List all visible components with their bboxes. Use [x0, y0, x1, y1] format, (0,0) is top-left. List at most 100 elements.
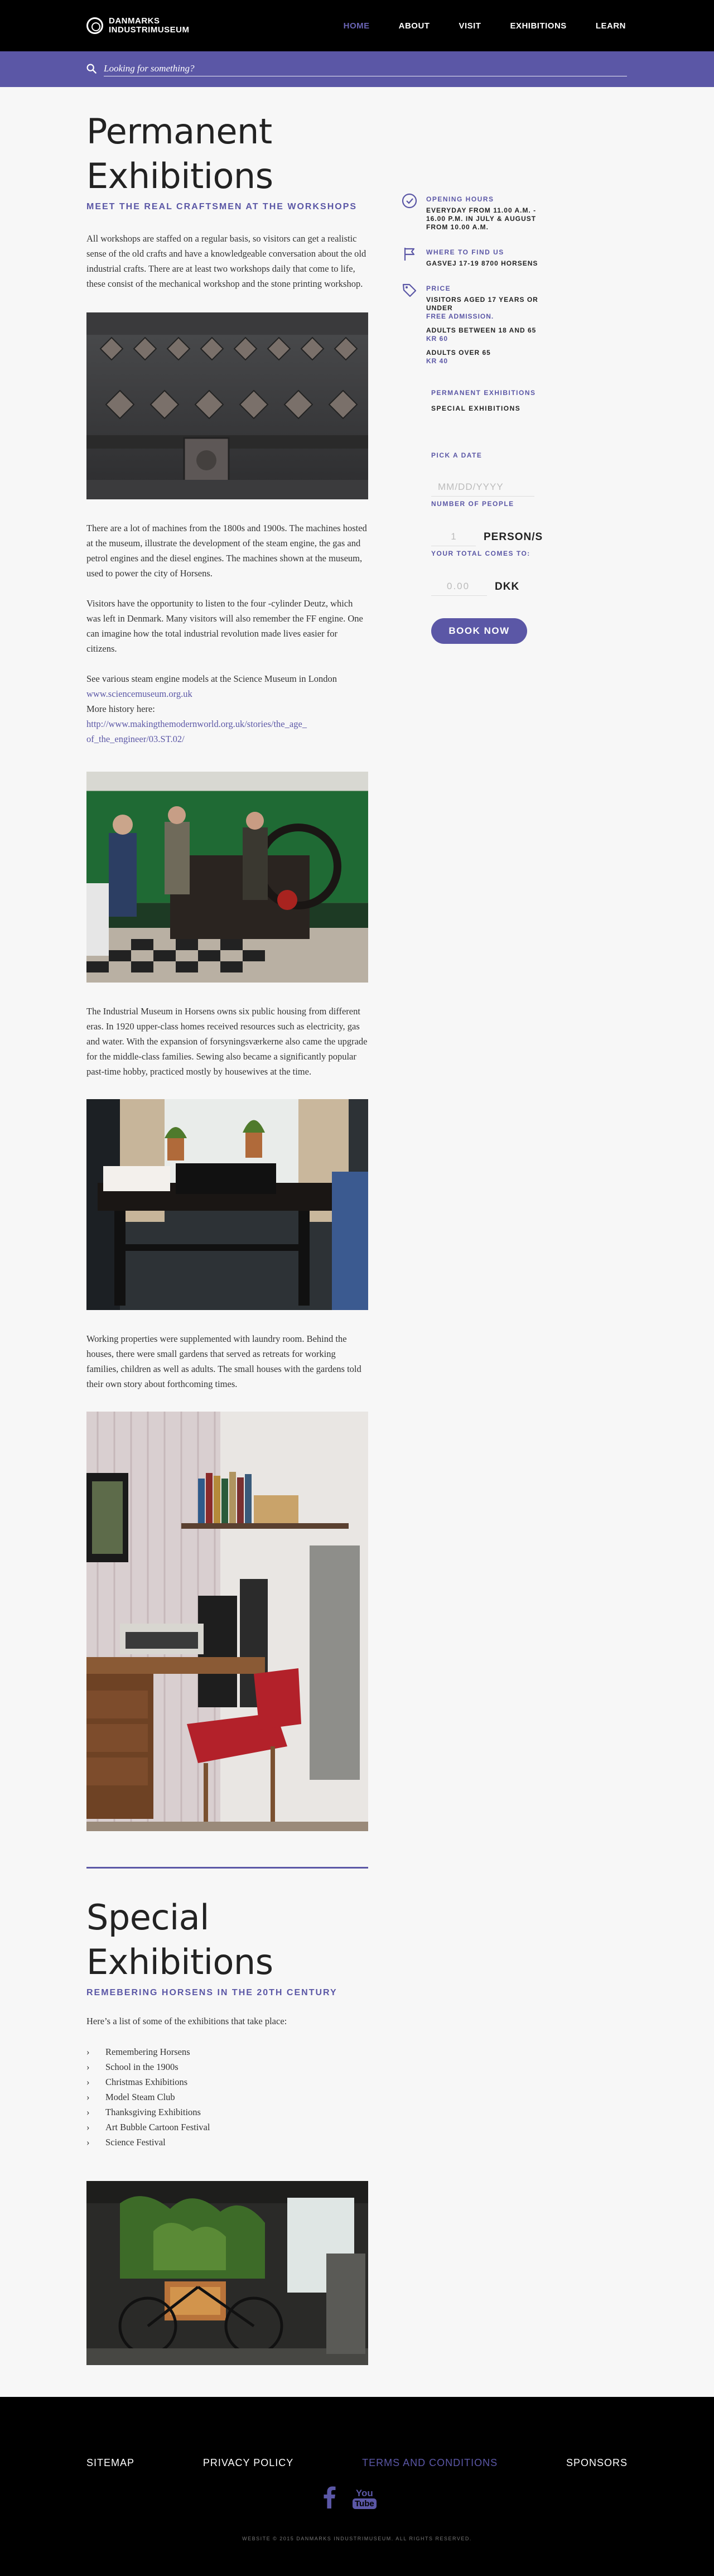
page-content: Permanent Exhibitions MEET THE REAL CRAF…	[0, 87, 714, 2397]
people-count-input[interactable]	[431, 528, 476, 546]
youtube-tube: Tube	[353, 2498, 377, 2509]
nav-learn[interactable]: LEARN	[596, 21, 626, 31]
footer-terms-link[interactable]: TERMS AND CONDITIONS	[362, 2457, 498, 2469]
list-item: › Christmas Exhibitions	[86, 2074, 368, 2089]
footer-privacy-link[interactable]: PRIVACY POLICY	[203, 2457, 293, 2469]
list-item-label: Science Festival	[105, 2137, 166, 2148]
youtube-icon[interactable]: You Tube	[353, 2488, 377, 2509]
arrow-icon: ›	[86, 2062, 90, 2072]
nav-exhibitions[interactable]: EXHIBITIONS	[510, 21, 566, 31]
facebook-icon[interactable]	[324, 2486, 336, 2511]
price-line-3b: KR 40	[426, 357, 448, 365]
science-museum-link[interactable]: www.sciencemuseum.org.uk	[86, 686, 368, 701]
special-title: Special Exhibitions	[86, 1897, 273, 1982]
list-item-label: Model Steam Club	[105, 2092, 175, 2102]
top-header: DANMARKS INDUSTRIMUSEUM HOME ABOUT VISIT…	[0, 0, 714, 51]
list-item: › School in the 1900s	[86, 2059, 368, 2074]
social-links: You Tube	[324, 2486, 377, 2511]
opening-hours-label: OPENING HOURS	[426, 195, 494, 203]
exhibition-links: PERMANENT EXHIBITIONS SPECIAL EXHIBITION…	[431, 389, 558, 412]
total-label: YOUR TOTAL COMES TO:	[431, 550, 530, 557]
arrow-icon: ›	[86, 2092, 90, 2102]
arrow-icon: ›	[86, 2107, 90, 2117]
nav-about[interactable]: ABOUT	[399, 21, 430, 31]
flag-icon	[404, 248, 415, 261]
search-input[interactable]	[104, 61, 627, 76]
list-item: › Thanksgiving Exhibitions	[86, 2105, 368, 2120]
main-column: Permanent Exhibitions MEET THE REAL CRAF…	[86, 109, 368, 2365]
price-line-3: ADULTS OVER 65	[426, 349, 491, 357]
price-block: PRICE VISITORS AGED 17 YEARS OR UNDER FR…	[402, 282, 558, 365]
list-item: › Science Festival	[86, 2135, 368, 2150]
machines-paragraph: There are a lot of machines from the 180…	[86, 523, 367, 579]
special-intro: Here’s a list of some of the exhibitions…	[86, 2016, 287, 2026]
special-subtitle: REMEBERING HORSENS IN THE 20TH CENTURY	[86, 1988, 337, 1997]
list-item: › Remembering Horsens	[86, 2044, 368, 2059]
info-sidebar: OPENING HOURS EVERYDAY FROM 11.00 A.M. -…	[402, 193, 558, 644]
site-footer: SITEMAP PRIVACY POLICY TERMS AND CONDITI…	[0, 2397, 714, 2576]
list-item-label: Christmas Exhibitions	[105, 2077, 188, 2087]
price-line-1b: FREE ADMISSION.	[426, 312, 494, 320]
book-now-button[interactable]: BOOK NOW	[431, 618, 527, 644]
search-icon[interactable]	[86, 64, 97, 74]
logo-text: DANMARKS INDUSTRIMUSEUM	[109, 17, 190, 35]
booking-form: PICK A DATE NUMBER OF PEOPLE PERSON/S YO…	[431, 451, 543, 644]
laundry-paragraph: Working properties were supplemented wit…	[86, 1333, 361, 1389]
date-input[interactable]	[431, 478, 534, 497]
engine-paragraph: Visitors have the opportunity to listen …	[86, 598, 363, 654]
clock-icon	[402, 193, 417, 209]
location-text: GASVEJ 17-19 8700 HORSENS	[426, 259, 538, 267]
list-item-label: Art Bubble Cartoon Festival	[105, 2122, 210, 2132]
opening-hours-text: EVERYDAY FROM 11.00 A.M. - 16.00 P.M. IN…	[426, 206, 537, 231]
footer-sponsors-link[interactable]: SPONSORS	[566, 2457, 628, 2469]
study-room-photo	[86, 1412, 368, 1831]
price-label: PRICE	[426, 285, 451, 292]
arrow-icon: ›	[86, 2047, 90, 2057]
people-unit: PERSON/S	[484, 531, 543, 543]
more-history-text: More history here:	[86, 704, 155, 714]
arrow-icon: ›	[86, 2077, 90, 2087]
price-line-2: ADULTS BETWEEN 18 AND 65	[426, 326, 537, 334]
page-subtitle: MEET THE REAL CRAFTSMEN AT THE WORKSHOPS	[86, 202, 358, 211]
exhibition-list: › Remembering Horsens › School in the 1900…	[86, 2044, 368, 2150]
machine-hall-photo	[86, 772, 368, 983]
opening-hours-block: OPENING HOURS EVERYDAY FROM 11.00 A.M. -…	[402, 193, 558, 232]
price-tag-icon	[402, 283, 417, 297]
page-title: Permanent Exhibitions	[86, 111, 273, 196]
link-special-exhibitions[interactable]: SPECIAL EXHIBITIONS	[431, 405, 558, 412]
footer-sitemap-link[interactable]: SITEMAP	[86, 2457, 134, 2469]
arrow-icon: ›	[86, 2137, 90, 2148]
price-line-2b: KR 60	[426, 335, 448, 343]
history-link[interactable]: http://www.makingthemodernworld.org.uk/s…	[86, 716, 310, 747]
intro-paragraph: All workshops are staffed on a regular b…	[86, 233, 366, 289]
search-bar	[0, 51, 714, 87]
pick-date-label: PICK A DATE	[431, 451, 483, 459]
people-row: PERSON/S	[431, 528, 543, 546]
footer-nav: SITEMAP PRIVACY POLICY TERMS AND CONDITI…	[86, 2457, 628, 2469]
site-logo[interactable]: DANMARKS INDUSTRIMUSEUM	[86, 17, 190, 35]
nav-visit[interactable]: VISIT	[459, 21, 481, 31]
section-divider	[86, 1867, 368, 1869]
list-item-label: School in the 1900s	[105, 2062, 178, 2072]
bicycle-photo	[86, 2181, 368, 2365]
main-nav: HOME ABOUT VISIT EXHIBITIONS LEARN	[315, 21, 626, 31]
list-item-label: Thanksgiving Exhibitions	[105, 2107, 201, 2117]
list-item-label: Remembering Horsens	[105, 2047, 190, 2057]
location-block: WHERE TO FIND US GASVEJ 17-19 8700 HORSE…	[402, 246, 558, 268]
sewing-machine-photo	[86, 1099, 368, 1310]
arrow-icon: ›	[86, 2122, 90, 2132]
price-line-1: VISITORS AGED 17 YEARS OR UNDER	[426, 296, 538, 312]
currency-label: DKK	[495, 580, 520, 593]
workshop-tools-photo	[86, 312, 368, 499]
science-museum-paragraph: See various steam engine models at the S…	[86, 673, 337, 684]
list-item: › Art Bubble Cartoon Festival	[86, 2120, 368, 2135]
logo-line-2: INDUSTRIMUSEUM	[109, 25, 190, 35]
list-item: › Model Steam Club	[86, 2089, 368, 2105]
nav-home[interactable]: HOME	[344, 21, 370, 31]
location-label: WHERE TO FIND US	[426, 248, 504, 256]
logo-line-1: DANMARKS	[109, 16, 160, 26]
total-row: 0.00 DKK	[431, 577, 543, 596]
logo-icon	[86, 17, 103, 34]
youtube-you: You	[355, 2488, 373, 2498]
link-permanent-exhibitions[interactable]: PERMANENT EXHIBITIONS	[431, 389, 558, 397]
